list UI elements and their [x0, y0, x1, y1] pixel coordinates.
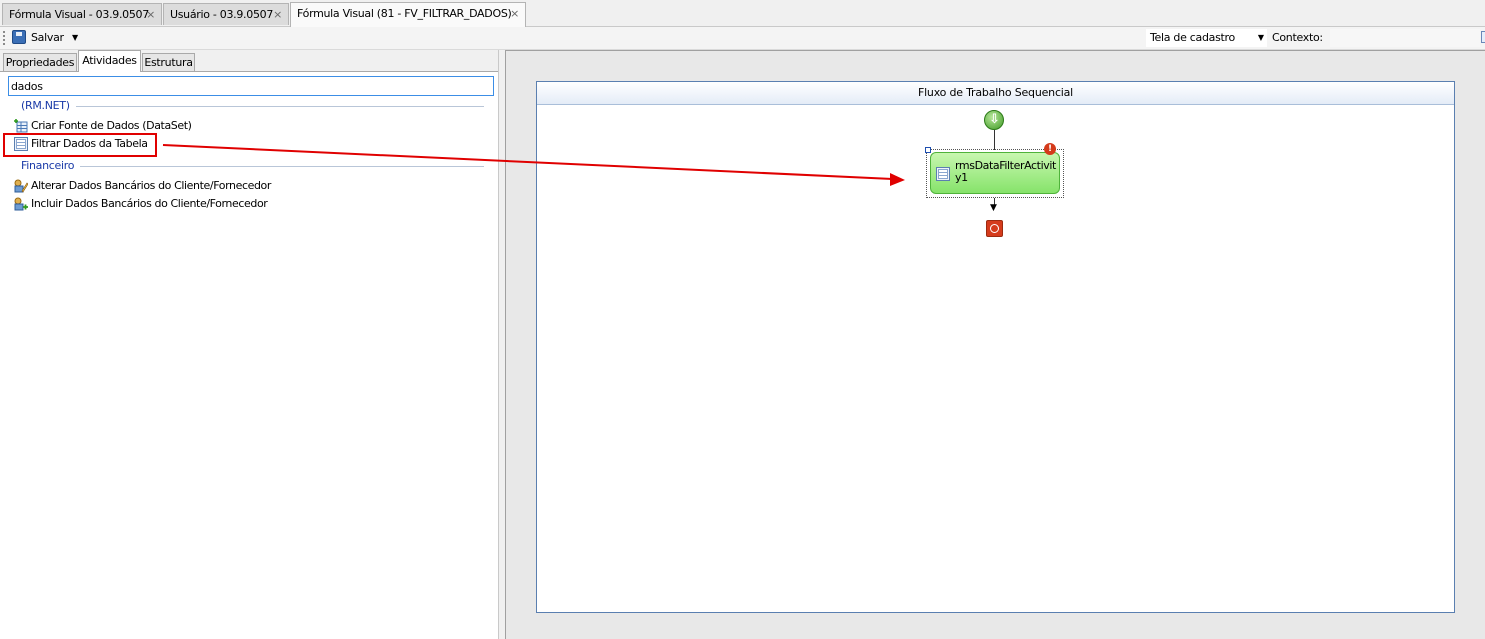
highlight-box	[3, 133, 157, 157]
dataset-add-icon	[14, 119, 28, 133]
error-icon[interactable]: !	[1044, 143, 1056, 155]
table-filter-icon	[936, 167, 950, 181]
activity-label: rmsDataFilterActivity1	[955, 159, 1056, 184]
list-item-label: Criar Fonte de Dados (DataSet)	[31, 119, 192, 132]
tela-select[interactable]: Tela de cadastro ▼	[1146, 29, 1267, 47]
tela-select-value: Tela de cadastro	[1150, 31, 1235, 44]
group-header-financeiro[interactable]: Financeiro	[21, 159, 74, 172]
group-divider	[76, 106, 484, 107]
close-icon[interactable]: ×	[273, 4, 282, 26]
search-input[interactable]	[8, 76, 494, 96]
list-item-label: Incluir Dados Bancários do Cliente/Forne…	[31, 197, 268, 210]
tab-atividades[interactable]: Atividades	[78, 50, 141, 72]
toolbar-grip[interactable]	[3, 31, 7, 45]
chevron-down-icon[interactable]: ▼	[72, 29, 78, 47]
doc-tab-usuario[interactable]: Usuário - 03.9.0507 ×	[163, 3, 289, 25]
list-item-label: Alterar Dados Bancários do Cliente/Forne…	[31, 179, 271, 192]
tab-propriedades[interactable]: Propriedades	[3, 53, 77, 71]
contexto-label: Contexto:	[1272, 31, 1323, 44]
bank-edit-icon	[14, 179, 28, 193]
group-header-rmnet[interactable]: (RM.NET)	[21, 99, 70, 112]
save-icon	[12, 30, 26, 44]
contexto-field[interactable]	[1330, 29, 1480, 47]
connector-line	[994, 130, 995, 150]
workflow-start-icon	[984, 110, 1004, 130]
bank-add-icon	[14, 197, 28, 211]
document-tab-bar: Fórmula Visual - 03.9.0507 × Usuário - 0…	[0, 0, 1485, 27]
doc-tab-label: Usuário - 03.9.0507	[170, 8, 274, 21]
doc-tab-label: Fórmula Visual (81 - FV_FILTRAR_DADOS)	[297, 7, 512, 20]
tab-estrutura[interactable]: Estrutura	[142, 53, 195, 71]
workflow-end-icon	[986, 220, 1003, 237]
panel-toggle-icon[interactable]	[1481, 31, 1485, 43]
save-label: Salvar	[31, 31, 64, 44]
selection-handle[interactable]	[925, 147, 931, 153]
doc-tab-formula-visual[interactable]: Fórmula Visual - 03.9.0507 ×	[2, 3, 162, 25]
close-icon[interactable]: ×	[146, 4, 155, 26]
close-icon[interactable]: ×	[510, 3, 519, 25]
toolbar: Salvar ▼ Tela de cadastro ▼ Contexto:	[0, 27, 1485, 50]
doc-tab-formula-visual-81[interactable]: Fórmula Visual (81 - FV_FILTRAR_DADOS) ×	[290, 2, 526, 27]
activity-rms-data-filter[interactable]: rmsDataFilterActivity1	[930, 152, 1060, 194]
chevron-down-icon: ▼	[1257, 33, 1264, 42]
workflow-content: rmsDataFilterActivity1 ! ▼	[536, 81, 1455, 613]
panel-tab-bar: Propriedades Atividades Estrutura	[0, 50, 498, 72]
arrow-down-icon: ▼	[990, 203, 997, 213]
doc-tab-label: Fórmula Visual - 03.9.0507	[9, 8, 149, 21]
group-divider	[80, 166, 484, 167]
